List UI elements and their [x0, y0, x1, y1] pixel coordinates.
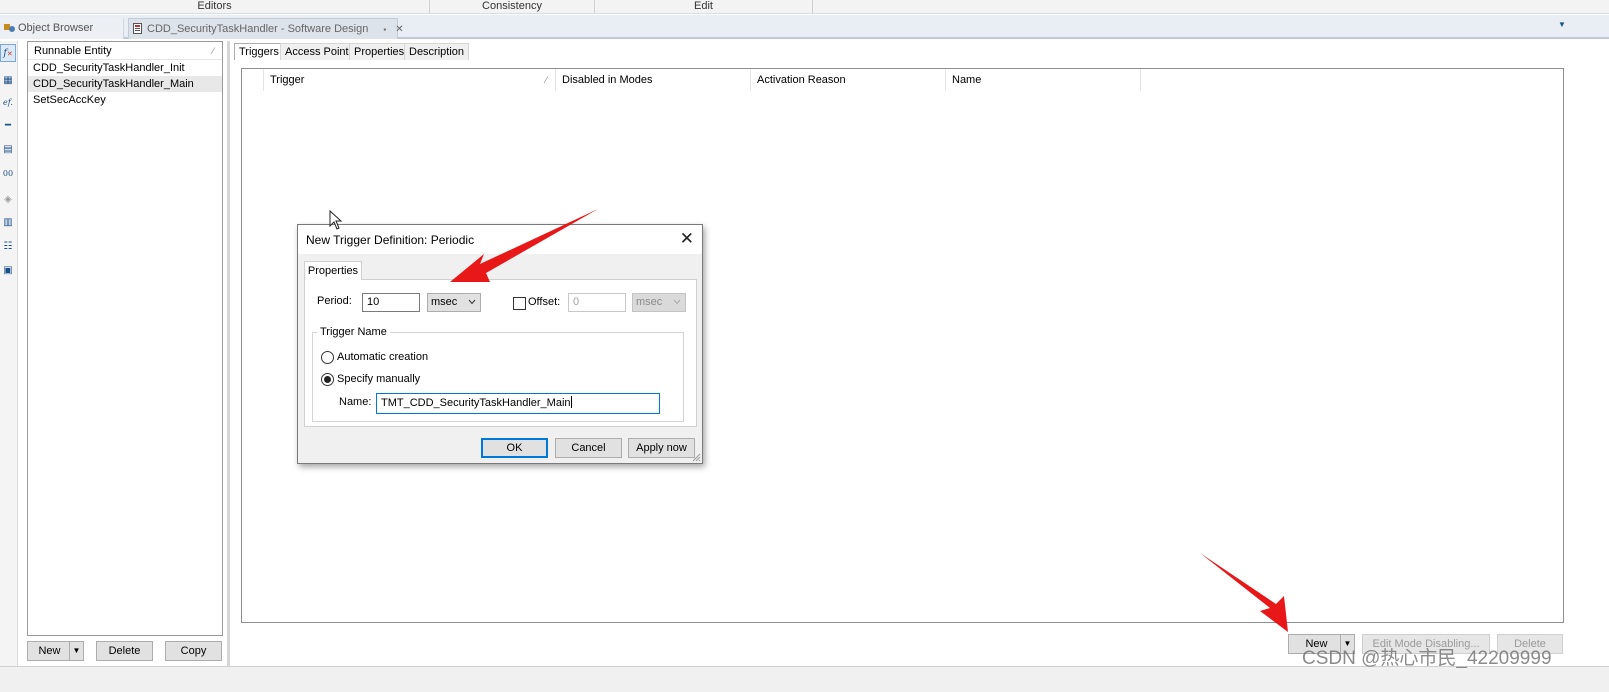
interface-icon[interactable]: ▤ [0, 141, 16, 159]
automatic-creation-radio[interactable] [321, 351, 334, 364]
ribbon-group-bar: Editors Consistency Edit [0, 0, 1609, 14]
connector-icon[interactable]: ━ [0, 117, 16, 135]
mapping-icon[interactable]: ▥ [0, 214, 16, 232]
tab-access-points[interactable]: Access Points [280, 43, 360, 60]
port-icon[interactable]: ▦ [0, 72, 16, 90]
automatic-creation-label[interactable]: Automatic creation [337, 351, 428, 363]
sort-indicator-icon: ⁄ [545, 75, 547, 85]
data-element-icon[interactable]: 00 [0, 165, 16, 183]
ribbon-group-editors[interactable]: Editors [0, 0, 430, 14]
list-item[interactable]: SetSecAccKey [28, 92, 222, 108]
sort-indicator-icon: ⁄ [212, 46, 214, 56]
period-label: Period: [317, 295, 352, 307]
offset-input[interactable]: 0 [568, 293, 626, 312]
component-icon[interactable]: ◈ [0, 191, 16, 209]
resize-grip-icon[interactable] [691, 452, 701, 462]
ok-button[interactable]: OK [481, 438, 548, 458]
watermark: CSDN @热心市民_42209999 [1302, 648, 1552, 669]
dialog-titlebar[interactable]: New Trigger Definition: Periodic ✕ [298, 225, 702, 254]
software-design-icon [133, 23, 142, 34]
close-icon[interactable]: ✕ [680, 229, 694, 249]
row-header-column [242, 69, 264, 91]
runnable-copy-button[interactable]: Copy [165, 641, 222, 661]
dialog-title: New Trigger Definition: Periodic [306, 233, 475, 247]
close-tab-icon[interactable]: ✕ [395, 24, 403, 35]
settings-list-icon[interactable]: ☷ [0, 238, 16, 256]
column-header-activation-reason[interactable]: Activation Reason [751, 69, 946, 91]
column-header-disabled-in-modes[interactable]: Disabled in Modes [556, 69, 751, 91]
trigger-name-input[interactable]: TMT_CDD_SecurityTaskHandler_Main [376, 393, 660, 414]
trigger-name-group-label: Trigger Name [317, 326, 390, 338]
column-header-label: Trigger [270, 74, 305, 86]
mouse-cursor-icon [329, 210, 343, 230]
cancel-button[interactable]: Cancel [555, 438, 622, 458]
column-header-label: Runnable Entity [34, 45, 112, 57]
button-label: New [38, 645, 61, 657]
apply-now-button[interactable]: Apply now [628, 438, 695, 458]
list-item-selected[interactable]: CDD_SecurityTaskHandler_Main [28, 76, 222, 92]
panel-splitter[interactable] [227, 41, 230, 666]
document-tab-bar: Object Browser CDD_SecurityTaskHandler -… [0, 15, 1609, 39]
text-cursor [570, 396, 572, 408]
select-value: msec [636, 296, 663, 308]
tab-overflow-icon[interactable]: ▼ [1558, 20, 1566, 29]
tab-triggers[interactable]: Triggers [234, 43, 284, 60]
chevron-down-icon [468, 299, 476, 305]
dialog-tab-properties[interactable]: Properties [304, 261, 362, 280]
column-header-trigger[interactable]: Trigger ⁄ [264, 69, 556, 91]
tab-properties[interactable]: Properties [349, 43, 410, 60]
offset-label: Offset: [528, 296, 561, 308]
tab-label: Object Browser [18, 22, 94, 34]
period-unit-select[interactable]: msec [427, 293, 481, 312]
tab-label: CDD_SecurityTaskHandler - Software Desig… [147, 23, 369, 35]
period-input[interactable]: 10 [362, 293, 420, 312]
specify-manually-label[interactable]: Specify manually [337, 373, 420, 385]
runnable-new-button[interactable]: New ▼ [27, 641, 84, 661]
tab-software-design[interactable]: CDD_SecurityTaskHandler - Software Desig… [128, 18, 404, 39]
chevron-down-icon [673, 299, 681, 305]
runnable-list-panel: Runnable Entity ⁄ CDD_SecurityTaskHandle… [27, 41, 223, 636]
chevron-down-icon[interactable]: ▼ [69, 642, 83, 660]
name-label: Name: [339, 396, 372, 408]
specify-manually-radio[interactable] [321, 373, 334, 386]
runnable-list-header[interactable]: Runnable Entity ⁄ [28, 42, 222, 60]
runnable-delete-button[interactable]: Delete [96, 641, 153, 661]
dialog-properties-page: Period: 10 msec Offset: 0 msec Trigger N… [304, 279, 697, 427]
ref-function-icon[interactable]: ef. [0, 94, 16, 112]
runnable-function-icon[interactable]: f✕ [0, 44, 16, 62]
tab-object-browser[interactable]: Object Browser [0, 18, 124, 39]
offset-unit-select[interactable]: msec [632, 293, 686, 312]
list-item[interactable]: CDD_SecurityTaskHandler_Init [28, 60, 222, 76]
pin-icon[interactable]: ▪ [383, 25, 386, 34]
vertical-toolbar: f✕ ▦ ef. ━ ▤ 00 ◈ ▥ ☷ ▣ [0, 41, 18, 681]
ribbon-group-consistency[interactable]: Consistency [430, 0, 595, 14]
radio-dot [324, 376, 331, 383]
input-value: TMT_CDD_SecurityTaskHandler_Main [381, 397, 571, 409]
tab-description[interactable]: Description [404, 43, 470, 60]
select-value: msec [431, 296, 458, 308]
new-trigger-dialog: New Trigger Definition: Periodic ✕ Prope… [297, 224, 703, 464]
offset-checkbox[interactable] [513, 297, 526, 310]
object-browser-icon [4, 24, 15, 32]
column-header-name[interactable]: Name [946, 69, 1141, 91]
configuration-icon[interactable]: ▣ [0, 262, 16, 280]
ribbon-group-edit[interactable]: Edit [595, 0, 813, 14]
